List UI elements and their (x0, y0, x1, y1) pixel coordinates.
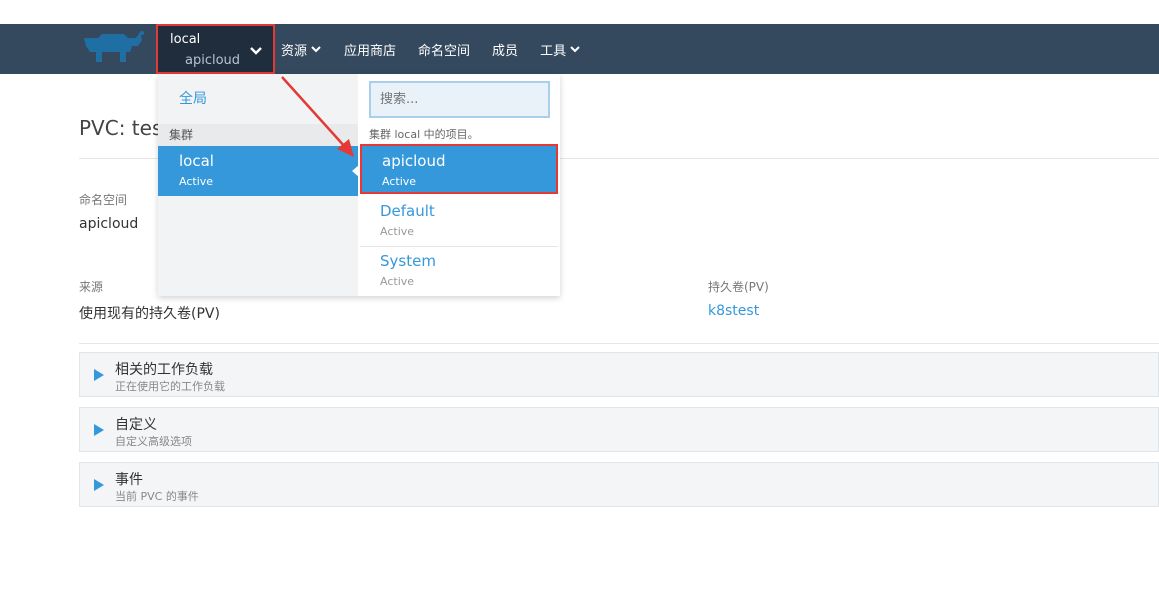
section-title: 相关的工作负载 (115, 362, 213, 378)
section-customize[interactable]: 自定义 自定义高级选项 (79, 407, 1159, 452)
chevron-down-icon (311, 46, 321, 53)
nav-resources[interactable]: 资源 (281, 40, 322, 59)
cluster-project-dropdown: 全局 集群 local Active 集群 local 中的项目。 apiclo… (158, 74, 560, 296)
current-project-label: apicloud (185, 53, 241, 68)
cluster-project-switcher[interactable]: local apicloud (156, 24, 275, 74)
project-item-default[interactable]: Default Active (360, 196, 558, 246)
main-nav: 资源 应用商店 命名空间 成员 工具 (281, 24, 603, 74)
section-events[interactable]: 事件 当前 PVC 的事件 (79, 462, 1159, 507)
namespace-value: apicloud (79, 216, 139, 232)
project-name: Default (380, 202, 435, 220)
project-item-system[interactable]: System Active (360, 246, 558, 296)
project-item-apicloud[interactable]: apicloud Active (360, 144, 558, 194)
expand-arrow-icon (94, 479, 104, 491)
pv-link[interactable]: k8stest (708, 303, 759, 319)
global-menu-item[interactable]: 全局 (158, 84, 358, 118)
divider (79, 343, 1159, 344)
nav-namespaces[interactable]: 命名空间 (418, 40, 470, 59)
clusters-section-header: 集群 (158, 124, 358, 146)
nav-app-store[interactable]: 应用商店 (344, 40, 396, 59)
chevron-down-icon (250, 47, 262, 55)
cluster-name: local (179, 152, 214, 170)
project-list-panel: 集群 local 中的项目。 apicloud Active Default A… (358, 74, 560, 296)
chevron-down-icon (570, 46, 580, 53)
current-cluster-label: local (170, 32, 201, 47)
namespace-label: 命名空间 (79, 193, 128, 207)
nav-tools[interactable]: 工具 (540, 40, 581, 59)
cluster-list-panel: 全局 集群 local Active (158, 74, 359, 296)
cluster-item-local[interactable]: local Active (158, 146, 359, 196)
expand-arrow-icon (94, 369, 104, 381)
section-subtitle: 正在使用它的工作负载 (115, 380, 225, 393)
section-related-workloads[interactable]: 相关的工作负载 正在使用它的工作负载 (79, 352, 1159, 397)
project-status: Active (380, 225, 415, 238)
project-status: Active (380, 275, 415, 288)
cluster-status: Active (179, 175, 214, 188)
section-subtitle: 自定义高级选项 (115, 435, 192, 448)
project-search-input[interactable] (369, 81, 550, 118)
project-name: apicloud (382, 152, 446, 170)
section-subtitle: 当前 PVC 的事件 (115, 490, 199, 503)
section-title: 自定义 (115, 417, 157, 433)
source-value: 使用现有的持久卷(PV) (79, 306, 220, 322)
expand-arrow-icon (94, 424, 104, 436)
project-hint-text: 集群 local 中的项目。 (369, 128, 479, 141)
rancher-logo-icon[interactable] (80, 30, 146, 66)
section-title: 事件 (115, 472, 143, 488)
source-label: 来源 (79, 280, 104, 294)
page-title: PVC: tes (79, 116, 163, 140)
pv-label: 持久卷(PV) (708, 280, 769, 294)
nav-members[interactable]: 成员 (492, 40, 518, 59)
project-status: Active (382, 175, 417, 188)
project-name: System (380, 252, 436, 270)
